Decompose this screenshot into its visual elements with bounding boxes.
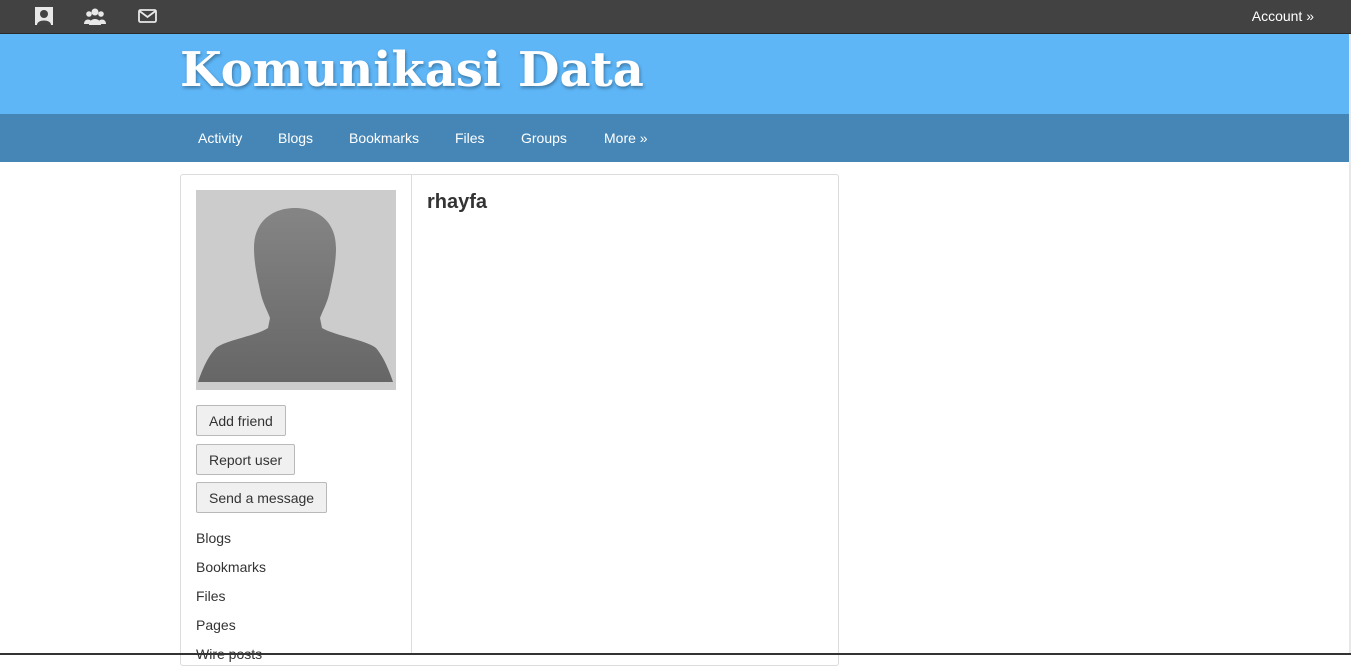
nav-item-more[interactable]: More » — [604, 130, 648, 146]
profile-link-bookmarks[interactable]: Bookmarks — [196, 559, 266, 575]
add-friend-button[interactable]: Add friend — [196, 405, 286, 436]
main-navigation: Activity Blogs Bookmarks Files Groups Mo… — [0, 114, 1351, 162]
profile-link-blogs[interactable]: Blogs — [196, 530, 231, 546]
messages-icon[interactable] — [137, 6, 159, 26]
site-header: Komunikasi Data — [0, 34, 1351, 114]
profile-link-pages[interactable]: Pages — [196, 617, 236, 633]
profile-link-files[interactable]: Files — [196, 588, 226, 604]
profile-icon[interactable] — [33, 6, 55, 26]
nav-item-activity[interactable]: Activity — [198, 130, 242, 146]
send-message-button[interactable]: Send a message — [196, 482, 328, 513]
nav-item-groups[interactable]: Groups — [521, 130, 567, 146]
nav-item-blogs[interactable]: Blogs — [278, 130, 313, 146]
profile-username: rhayfa — [427, 191, 488, 213]
site-title[interactable]: Komunikasi Data — [180, 42, 644, 98]
report-user-button[interactable]: Report user — [196, 444, 296, 475]
nav-item-files[interactable]: Files — [455, 130, 485, 146]
top-toolbar: Account » — [0, 0, 1351, 34]
friends-icon[interactable] — [84, 6, 106, 26]
account-menu[interactable]: Account » — [1252, 8, 1314, 24]
panel-divider — [411, 175, 412, 655]
default-avatar-silhouette-icon — [198, 208, 393, 382]
nav-item-bookmarks[interactable]: Bookmarks — [349, 130, 419, 146]
avatar[interactable] — [196, 190, 396, 390]
